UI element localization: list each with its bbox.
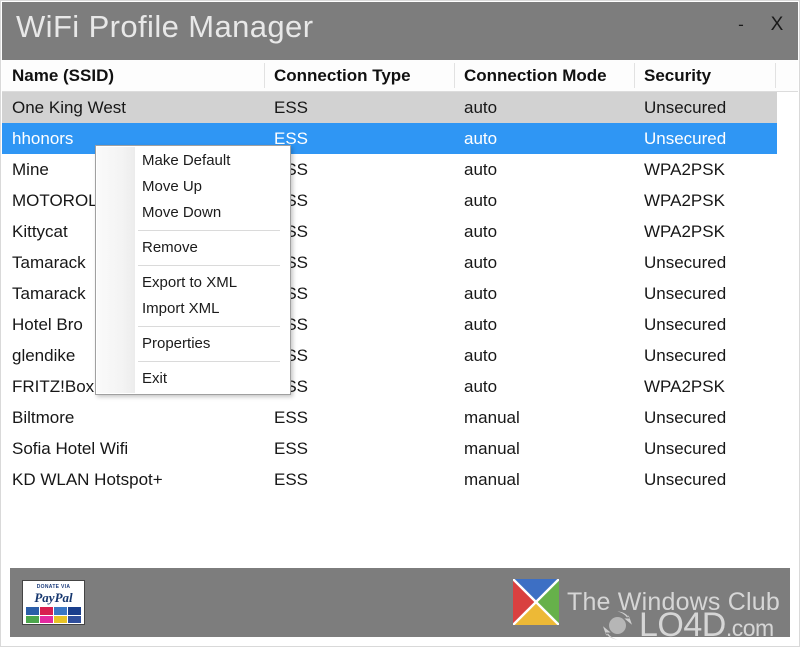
cell-connection-type: ESS [274,408,309,427]
context-menu-item-move-up[interactable]: Move Up [96,174,290,200]
cell-connection-type: ESS [274,315,309,334]
cell-security: WPA2PSK [644,222,725,241]
table-header: Name (SSID) Connection Type Connection M… [2,60,798,92]
cell-security: WPA2PSK [644,160,725,179]
windows-club-label: The Windows Club [566,587,780,616]
cell-security: Unsecured [644,284,727,303]
footer-bar: DONATE VIA PayPal The Windows Club [10,568,790,637]
cell-connection-type: ESS [274,191,309,210]
cell-connection-type: ESS [274,160,309,179]
card-icon [68,615,81,623]
cell-security: WPA2PSK [644,377,725,396]
close-button[interactable]: X [764,12,790,38]
cell-connection-type: ESS [274,98,309,117]
cell-security: Unsecured [644,346,727,365]
cell-connection-mode: auto [464,191,498,210]
card-icon [26,615,39,623]
cell-connection-type: ESS [274,129,309,148]
cell-security: Unsecured [644,315,727,334]
cell-connection-mode: manual [464,408,520,427]
cell-security: Unsecured [644,98,727,117]
context-menu-item-exit[interactable]: Exit [96,366,290,392]
card-icon [40,607,53,615]
cell-connection-mode: auto [464,129,498,148]
cell-connection-mode: auto [464,377,498,396]
cell-security: Unsecured [644,253,727,272]
context-menu-items: Make Default Move Up Move Down Remove Export… [96,148,290,392]
cell-connection-mode: auto [464,98,498,117]
context-menu-item-remove[interactable]: Remove [96,235,290,261]
cell-security: WPA2PSK [644,191,725,210]
cell-connection-mode: auto [464,315,498,334]
cell-connection-type: ESS [274,284,309,303]
cell-connection-mode: auto [464,160,498,179]
context-menu-separator [138,230,280,231]
column-header-name[interactable]: Name (SSID) [2,60,264,91]
table-row[interactable]: One King West ESS auto Unsecured [2,92,777,123]
table-row[interactable]: Biltmore ESS manual Unsecured [2,402,777,433]
windows-club-logo-icon [512,578,560,626]
cell-connection-type: ESS [274,346,309,365]
cell-profile-name: Biltmore [12,408,75,427]
card-icon [54,607,67,615]
cell-connection-mode: auto [464,346,498,365]
cell-connection-type: ESS [274,439,309,458]
cell-connection-type: ESS [274,470,309,489]
table-row[interactable]: Sofia Hotel Wifi ESS manual Unsecured [2,433,777,464]
cell-profile-name: One King West [12,98,127,117]
context-menu-separator [138,326,280,327]
cell-connection-mode: auto [464,222,498,241]
minimize-button[interactable]: - [728,12,754,38]
cell-connection-type: ESS [274,253,309,272]
cell-profile-name: KD WLAN Hotspot+ [12,470,163,489]
application-window: WiFi Profile Manager - X Name (SSID) Con… [0,0,800,647]
cell-connection-mode: auto [464,253,498,272]
cell-security: Unsecured [644,439,727,458]
context-menu-item-properties[interactable]: Properties [96,331,290,357]
cell-connection-type: ESS [274,377,309,396]
title-bar: WiFi Profile Manager - X [2,2,798,60]
cell-connection-type: ESS [274,222,309,241]
context-menu-item-import-xml[interactable]: Import XML [96,296,290,322]
windows-club-branding: The Windows Club [512,574,780,630]
column-divider[interactable] [775,63,776,88]
cell-connection-mode: manual [464,470,520,489]
context-menu-separator [138,361,280,362]
context-menu-item-make-default[interactable]: Make Default [96,148,290,174]
card-icon [68,607,81,615]
cell-profile-name: Sofia Hotel Wifi [12,439,129,458]
window-title: WiFi Profile Manager [16,9,314,44]
column-header-connection-type[interactable]: Connection Type [264,60,454,91]
column-header-security[interactable]: Security [634,60,775,91]
card-icon [54,615,67,623]
context-menu-item-move-down[interactable]: Move Down [96,200,290,226]
table-row[interactable]: KD WLAN Hotspot+ ESS manual Unsecured [2,464,777,495]
context-menu[interactable]: Make Default Move Up Move Down Remove Export… [95,145,291,395]
paypal-card-icons [26,607,81,623]
context-menu-item-export-to-xml[interactable]: Export to XML [96,270,290,296]
cell-security: Unsecured [644,408,727,427]
cell-security: Unsecured [644,470,727,489]
cell-connection-mode: manual [464,439,520,458]
card-icon [40,615,53,623]
app-root: WiFi Profile Manager - X Name (SSID) Con… [0,0,800,647]
paypal-brand-label: PayPal [34,590,73,605]
card-icon [26,607,39,615]
paypal-donate-button[interactable]: DONATE VIA PayPal [22,580,85,625]
column-header-connection-mode[interactable]: Connection Mode [454,60,634,91]
cell-connection-mode: auto [464,284,498,303]
cell-security: Unsecured [644,129,727,148]
context-menu-separator [138,265,280,266]
